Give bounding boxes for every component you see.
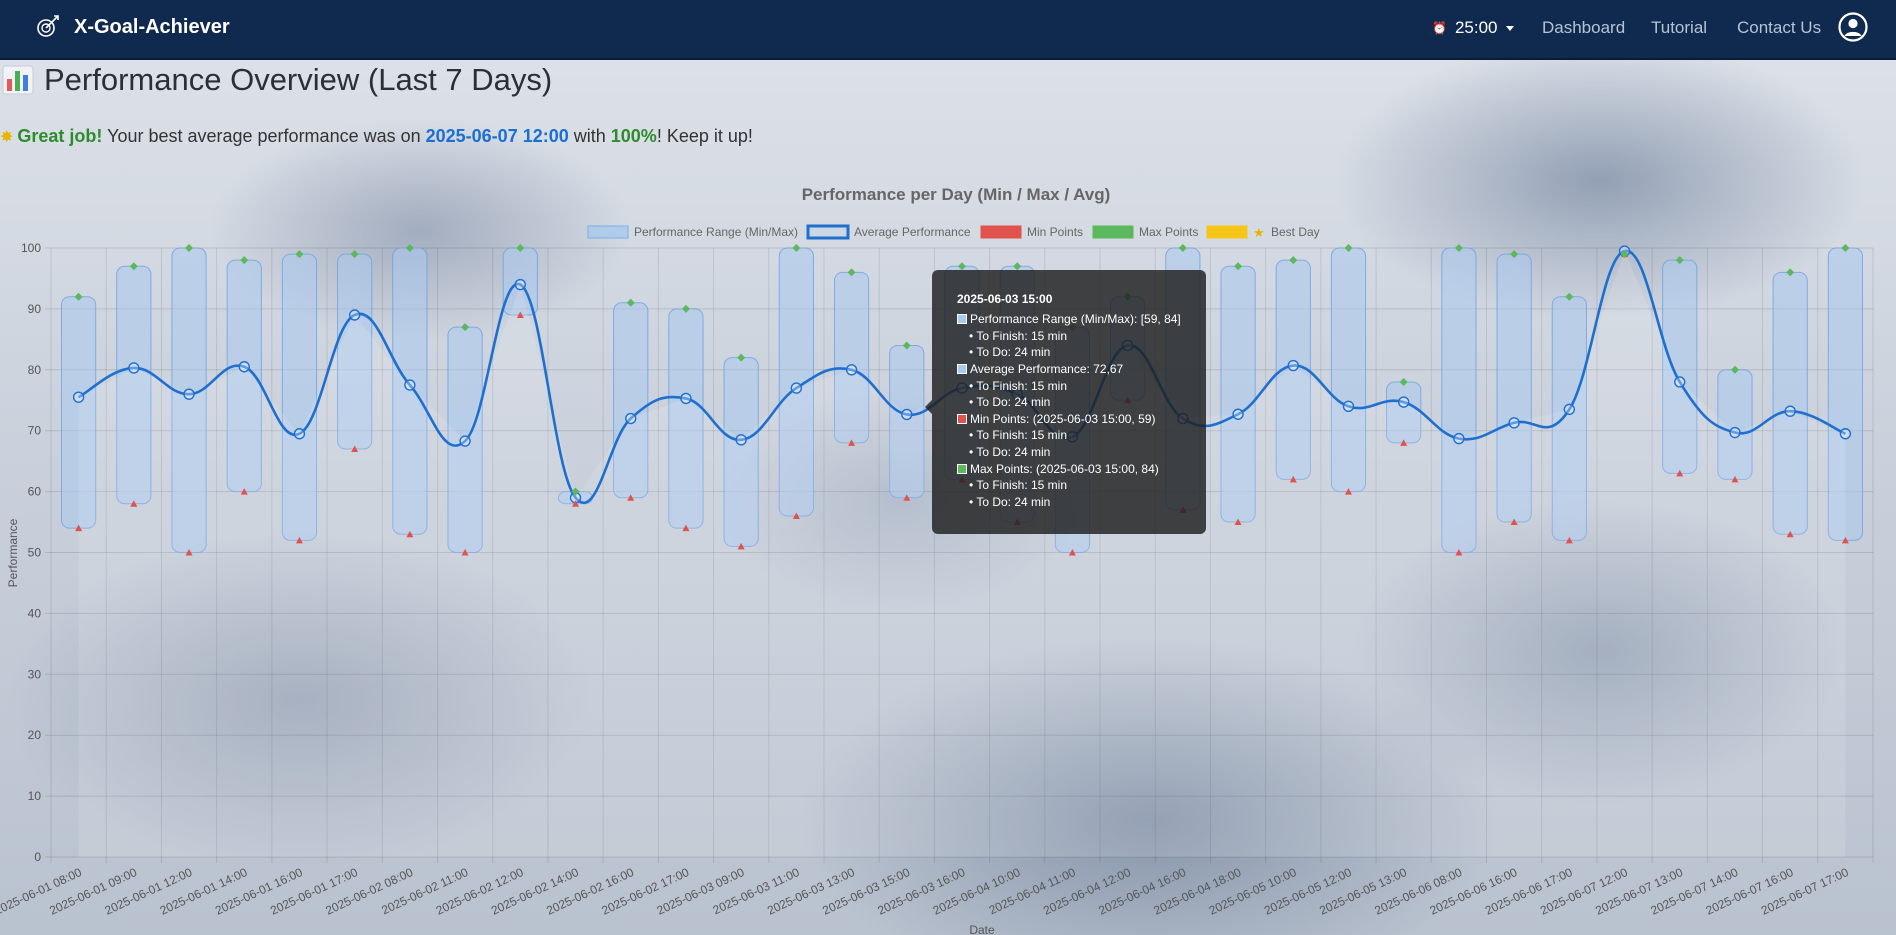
y-tick-label: 30 — [28, 667, 42, 681]
average-point — [1729, 426, 1741, 439]
average-point — [625, 412, 637, 425]
average-point — [790, 382, 803, 394]
tooltip-min: Min Points: (2025-06-03 15:00, 59) — [970, 411, 1156, 426]
y-tick-label: 70 — [28, 424, 42, 438]
tooltip-finish: • To Finish: 15 min — [969, 478, 1068, 493]
tooltip-swatch-avg — [957, 364, 967, 375]
average-point — [1287, 359, 1299, 372]
average-point — [459, 435, 471, 447]
y-tick-label: 100 — [21, 241, 41, 255]
tooltip-title: 2025-06-03 15:00 — [957, 292, 1053, 306]
y-tick-label: 50 — [28, 546, 42, 560]
y-tick-label: 60 — [28, 485, 42, 499]
average-point — [1232, 408, 1244, 420]
legend-label-2: Average Performance — [854, 225, 971, 239]
average-point — [1563, 403, 1576, 416]
average-point — [1397, 396, 1410, 408]
chart-tooltip: 2025-06-03 15:00 Performance Range (Min/… — [925, 270, 1206, 534]
star-icon: ★ — [1253, 226, 1265, 241]
average-point — [1342, 400, 1355, 413]
tooltip-finish: • To Finish: 15 min — [969, 378, 1068, 393]
y-tick-label: 20 — [28, 728, 42, 742]
y-tick-label: 0 — [34, 850, 41, 864]
tooltip-todo: • To Do: 24 min — [969, 494, 1051, 509]
average-point — [514, 278, 527, 291]
tooltip-todo: • To Do: 24 min — [969, 395, 1051, 410]
tooltip-todo: • To Do: 24 min — [969, 345, 1051, 360]
average-point — [404, 379, 416, 391]
tooltip-max: Max Points: (2025-06-03 15:00, 84) — [970, 461, 1159, 476]
average-point — [183, 388, 195, 400]
y-tick-label: 80 — [28, 363, 42, 377]
legend-label-5: Best Day — [1271, 225, 1320, 239]
legend-label-1: Performance Range (Min/Max) — [634, 225, 798, 239]
tooltip-swatch-range — [957, 314, 967, 325]
average-point — [72, 391, 85, 403]
legend-label-4: Max Points — [1139, 225, 1198, 239]
average-point — [293, 428, 306, 440]
legend-swatch-3 — [980, 225, 1022, 239]
tooltip-finish: • To Finish: 15 min — [969, 328, 1068, 343]
average-point — [845, 364, 858, 376]
tooltip-avg: Average Performance: 72,67 — [970, 362, 1124, 377]
tooltip-todo: • To Do: 24 min — [969, 445, 1051, 460]
legend-label-3: Min Points — [1027, 225, 1083, 239]
x-tick-label: 2025-06-01 08:00 — [0, 865, 84, 918]
legend-swatch-5 — [1206, 225, 1248, 239]
chart-title: Performance per Day (Min / Max / Avg) — [802, 185, 1111, 204]
tooltip-min-row: Min Points: (2025-06-03 15:00, 59) — [957, 411, 1206, 428]
average-point — [1674, 376, 1686, 388]
y-tick-label: 40 — [28, 606, 42, 620]
legend-swatch-1 — [587, 225, 629, 239]
legend-swatch-2 — [806, 224, 850, 240]
average-point — [680, 392, 692, 405]
y-axis-label: Performance — [6, 518, 20, 587]
tooltip-swatch-max — [957, 463, 967, 474]
x-axis-label: Date — [969, 923, 995, 935]
average-point — [735, 434, 747, 446]
average-point — [1839, 428, 1852, 440]
average-point — [1453, 432, 1465, 445]
tooltip-range: Performance Range (Min/Max): [59, 84] — [970, 312, 1181, 327]
average-point — [1784, 405, 1796, 417]
legend-swatch-4 — [1092, 225, 1134, 239]
average-point — [901, 408, 913, 421]
tooltip-swatch-min — [957, 413, 967, 424]
y-tick-label: 90 — [28, 302, 42, 316]
average-point — [1508, 417, 1520, 429]
tooltip-finish: • To Finish: 15 min — [969, 428, 1068, 443]
tooltip-max-row: Max Points: (2025-06-03 15:00, 84) — [957, 460, 1206, 477]
average-point — [348, 309, 361, 321]
average-point — [238, 361, 250, 373]
tooltip-avg-row: Average Performance: 72,67 — [957, 361, 1206, 378]
tooltip-range-row: Performance Range (Min/Max): [59, 84] — [957, 311, 1206, 328]
y-tick-label: 10 — [28, 789, 42, 803]
average-point — [128, 362, 140, 374]
